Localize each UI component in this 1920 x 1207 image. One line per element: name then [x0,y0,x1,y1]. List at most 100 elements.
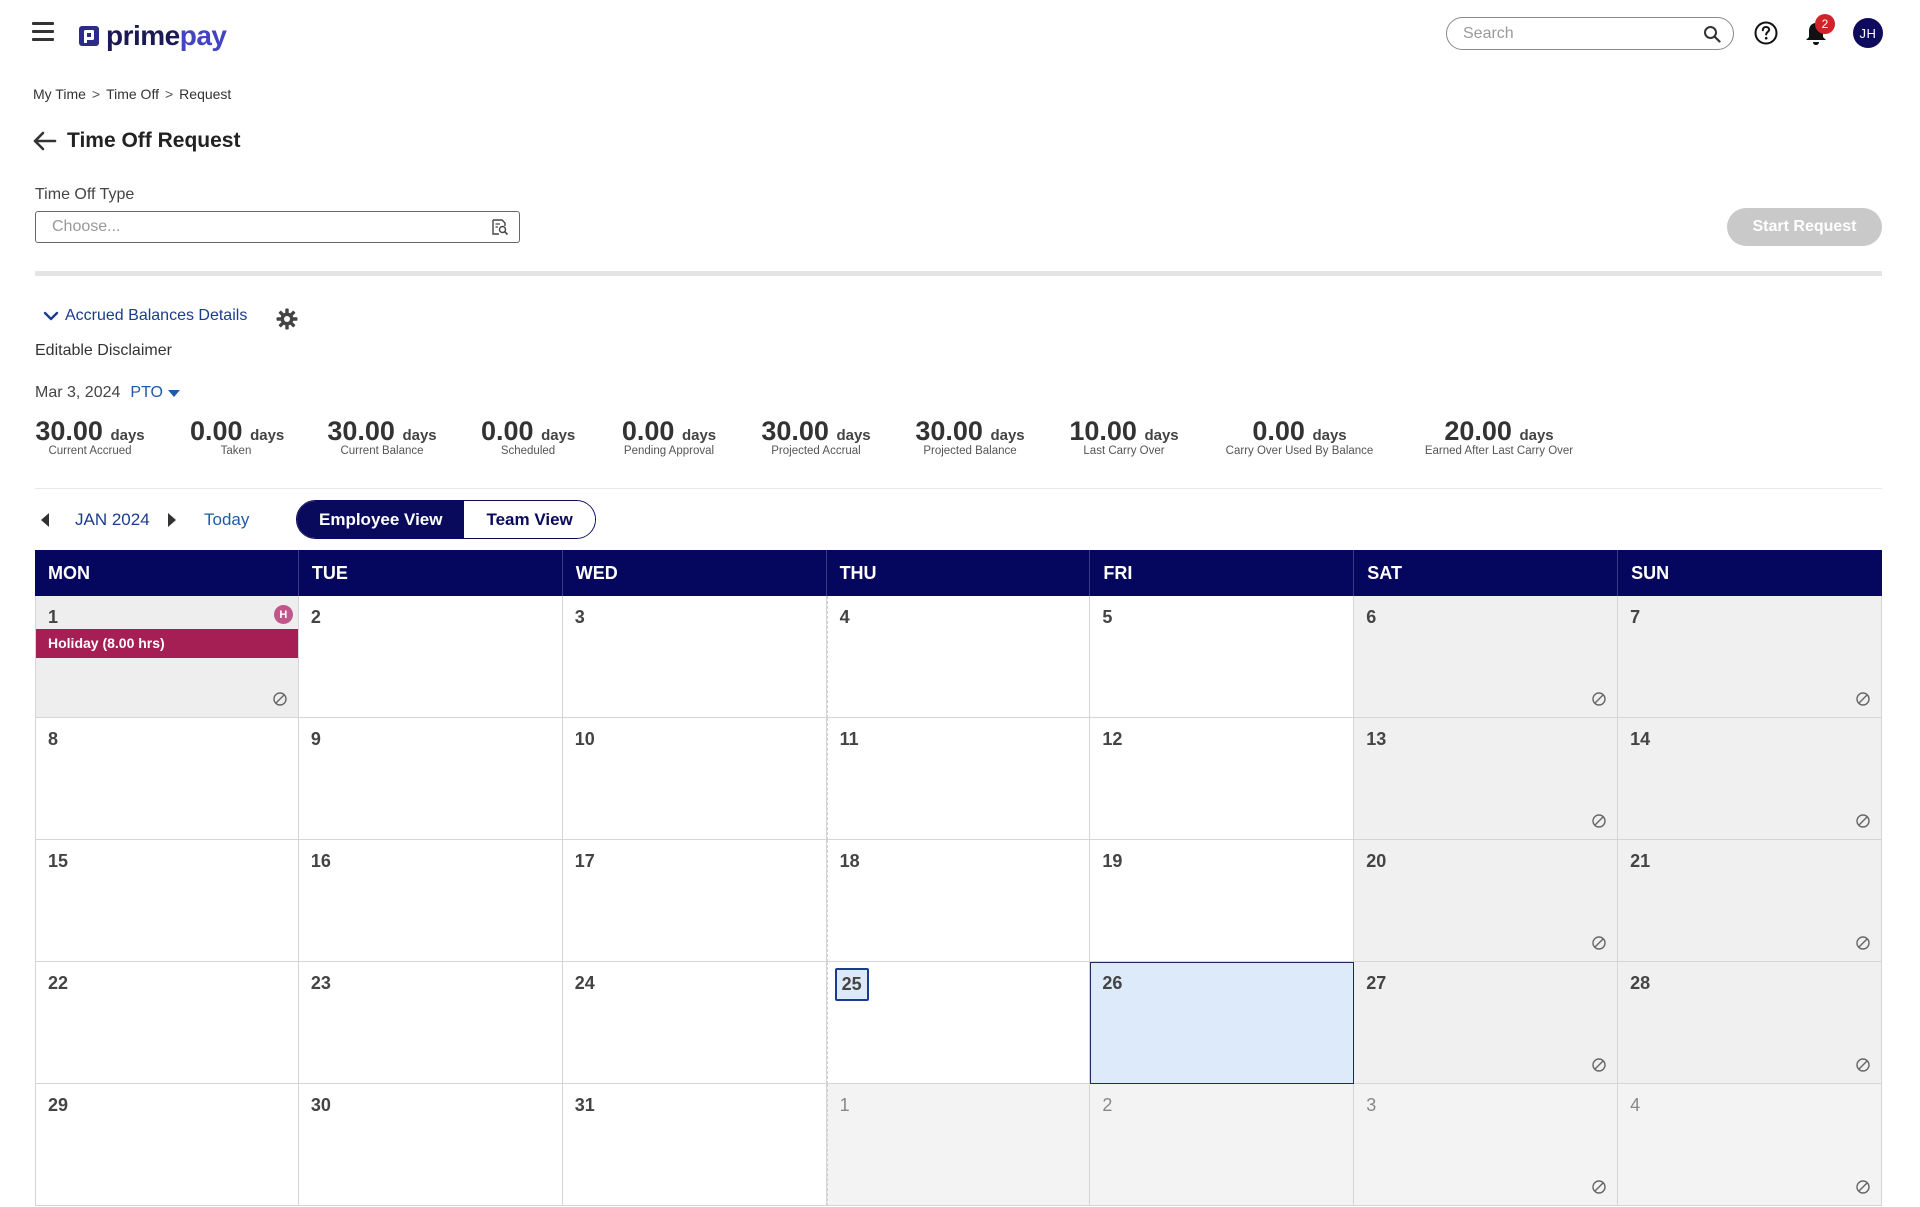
calendar-day-cell[interactable]: 7 [1618,596,1882,718]
unavailable-icon [1591,1057,1607,1073]
calendar-day-cell[interactable]: 22 [35,962,299,1084]
help-icon[interactable] [1753,20,1779,46]
accrued-balances-toggle[interactable]: Accrued Balances Details [43,307,247,325]
next-month-icon[interactable] [168,513,176,527]
calendar-day-cell[interactable]: 27 [1354,962,1619,1084]
calendar-day-cell[interactable]: 29 [35,1084,299,1206]
calendar-day-cell[interactable]: 1 [826,1084,1091,1206]
breadcrumb-separator: > [164,86,174,102]
stat-value: 30.00 days [915,416,1025,446]
lookup-icon[interactable] [491,218,509,236]
stats-divider [35,488,1882,489]
unavailable-icon [1855,935,1871,951]
calendar-day-cell[interactable]: 6 [1354,596,1619,718]
stat-earned-after-carry-over: 20.00 days Earned After Last Carry Over [1420,416,1578,457]
balance-as-of-date: Mar 3, 2024 [35,384,121,401]
calendar-day-cell[interactable]: 25 [826,962,1091,1084]
page-header: Time Off Request [33,129,240,153]
weekday-fri: FRI [1090,550,1355,596]
section-divider [35,271,1882,276]
stat-value: 10.00 days [1069,416,1179,446]
breadcrumb-my-time[interactable]: My Time [33,86,86,102]
day-number: 15 [48,851,69,871]
search-input[interactable] [1463,24,1703,43]
calendar-day-cell[interactable]: 14 [1618,718,1882,840]
calendar-day-cell[interactable]: 1 H Holiday (8.00 hrs) [35,596,299,718]
stat-caption: Carry Over Used By Balance [1225,445,1374,457]
calendar-day-cell[interactable]: 2 [1090,1084,1355,1206]
hamburger-menu-icon[interactable] [32,22,54,42]
stat-value: 20.00 days [1444,416,1554,446]
calendar-day-cell[interactable]: 17 [562,840,827,962]
calendar-day-cell[interactable]: 4 [826,596,1091,718]
search-box[interactable] [1446,17,1734,50]
calendar-day-cell[interactable]: 12 [1090,718,1355,840]
stat-value: 30.00 days [761,416,871,446]
user-avatar[interactable]: JH [1853,18,1883,48]
calendar-day-cell[interactable]: 28 [1618,962,1882,1084]
today-link[interactable]: Today [204,510,249,530]
team-view-button[interactable]: Team View [464,501,595,538]
stat-last-carry-over: 10.00 days Last Carry Over [1069,416,1179,457]
day-number: 29 [48,1095,69,1115]
previous-month-icon[interactable] [41,513,49,527]
day-number: 6 [1366,607,1377,627]
breadcrumb-time-off[interactable]: Time Off [106,86,159,102]
calendar-weekday-header: MON TUE WED THU FRI SAT SUN [35,550,1882,596]
day-number: 22 [48,973,69,993]
calendar-day-cell[interactable]: 4 [1618,1084,1882,1206]
search-icon[interactable] [1703,25,1721,43]
calendar-day-cell[interactable]: 9 [298,718,563,840]
page-title: Time Off Request [67,129,241,152]
chevron-down-icon [43,311,59,321]
weekday-mon: MON [35,550,299,596]
calendar-day-cell[interactable]: 20 [1354,840,1619,962]
plan-select[interactable]: PTO [130,384,180,402]
unavailable-icon [1591,1179,1607,1195]
day-number: 8 [48,729,59,749]
stat-current-balance: 30.00 days Current Balance [327,416,437,457]
calendar-day-cell[interactable]: 21 [1618,840,1882,962]
day-number: 18 [839,851,860,871]
start-request-button[interactable]: Start Request [1727,208,1882,246]
day-number: 20 [1366,851,1387,871]
editable-disclaimer: Editable Disclaimer [35,342,172,359]
stat-value: 0.00 days [190,416,285,446]
day-number: 2 [1102,1095,1113,1115]
time-off-type-input[interactable] [52,218,491,236]
stat-caption: Current Balance [340,445,424,457]
calendar-day-cell[interactable]: 8 [35,718,299,840]
calendar-day-cell[interactable]: 15 [35,840,299,962]
stat-carry-over-used: 0.00 days Carry Over Used By Balance [1222,416,1377,457]
calendar-day-cell[interactable]: 2 [298,596,563,718]
gear-icon[interactable] [275,307,299,331]
calendar-day-cell[interactable]: 10 [562,718,827,840]
calendar-day-cell[interactable]: 5 [1090,596,1355,718]
calendar-day-cell[interactable]: 23 [298,962,563,1084]
calendar-day-cell[interactable]: 18 [826,840,1091,962]
month-label[interactable]: JAN 2024 [75,510,150,530]
calendar-day-cell[interactable]: 3 [1354,1084,1619,1206]
calendar-day-cell[interactable]: 31 [562,1084,827,1206]
weekday-wed: WED [563,550,827,596]
employee-view-button[interactable]: Employee View [297,501,465,538]
calendar-day-cell[interactable]: 16 [298,840,563,962]
calendar-day-cell[interactable]: 19 [1090,840,1355,962]
time-off-type-field[interactable] [35,211,520,243]
primepay-logo[interactable]: primepay [78,18,227,54]
day-number: 7 [1630,607,1641,627]
calendar-day-cell[interactable]: 30 [298,1084,563,1206]
calendar-day-cell[interactable]: 24 [562,962,827,1084]
calendar-day-cell[interactable]: 11 [826,718,1091,840]
back-arrow-icon[interactable] [33,131,57,151]
day-number: 30 [310,1095,331,1115]
unavailable-icon [272,691,288,707]
notification-count-badge: 2 [1815,14,1835,34]
day-number: 27 [1366,973,1387,993]
calendar-day-cell[interactable]: 26 [1090,962,1355,1084]
calendar-day-cell[interactable]: 13 [1354,718,1619,840]
stat-caption: Pending Approval [623,445,715,457]
view-toggle: Employee View Team View [296,500,596,539]
calendar-day-cell[interactable]: 3 [562,596,827,718]
holiday-event[interactable]: Holiday (8.00 hrs) [36,629,298,658]
